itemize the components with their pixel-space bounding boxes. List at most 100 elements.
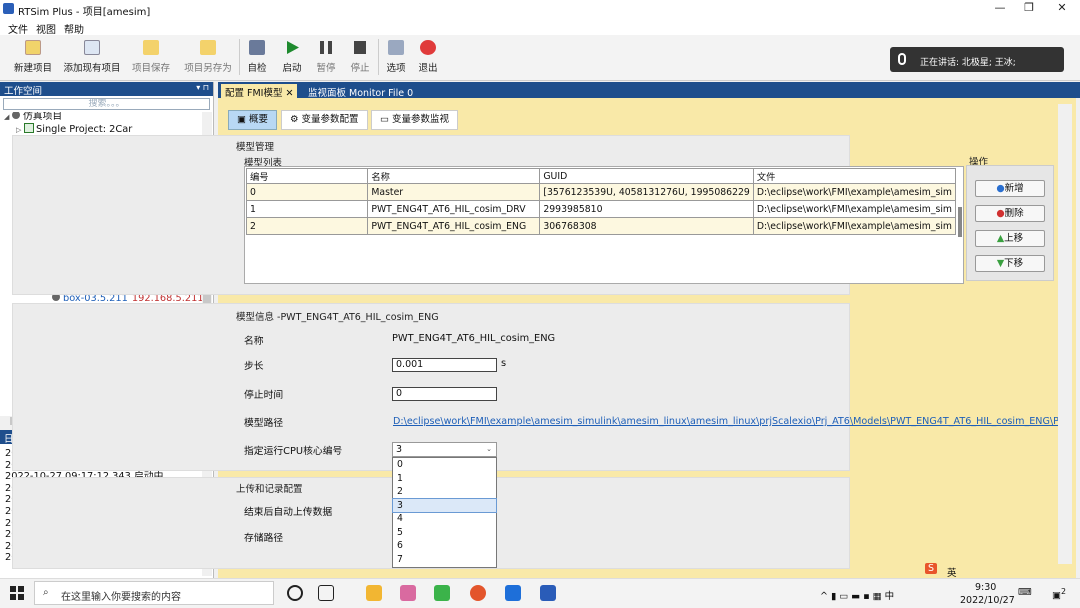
- move-down-button[interactable]: ▼下移: [975, 255, 1045, 272]
- table-row[interactable]: 2 PWT_ENG4T_AT6_HIL_cosim_ENG 306768308 …: [245, 217, 957, 235]
- model-management-title: 模型管理: [236, 142, 275, 153]
- taskbar-search-input[interactable]: ⌕ 在这里输入你要搜索的内容: [34, 581, 274, 605]
- add-model-label: 新增: [1004, 183, 1024, 194]
- start-button[interactable]: 启动: [280, 40, 304, 74]
- tray-icons[interactable]: ^ ▮ ▭ ▬ ▪ ▦ 中: [820, 588, 894, 602]
- minimize-button[interactable]: —: [985, 1, 1015, 14]
- tree-item-label: 仿真项目: [23, 112, 63, 122]
- file-explorer-icon[interactable]: [366, 585, 382, 601]
- stop-label: 停止: [350, 63, 370, 74]
- cpu-core-select[interactable]: 3 ⌄: [392, 442, 497, 457]
- column-header: 名称: [367, 168, 541, 184]
- tab-overview[interactable]: ▣ 概要: [228, 110, 278, 130]
- dropdown-option[interactable]: 6: [393, 539, 496, 553]
- table-cell: 2993985810: [539, 200, 754, 218]
- dropdown-option[interactable]: 7: [393, 553, 496, 567]
- tree-item-label: Single Project: 2Car: [36, 124, 133, 135]
- dropdown-option[interactable]: 5: [393, 526, 496, 540]
- dropdown-option[interactable]: 0: [393, 458, 496, 472]
- ime-language[interactable]: 英: [947, 565, 957, 579]
- options-button[interactable]: 选项: [384, 40, 408, 74]
- stop-button[interactable]: 停止: [348, 40, 372, 74]
- tab-variable-config[interactable]: ⚙ 变量参数配置: [281, 110, 368, 130]
- task-view-icon[interactable]: [318, 585, 334, 601]
- exit-button[interactable]: 退出: [416, 40, 440, 74]
- pin-icon[interactable]: ▾ ⊓: [196, 83, 209, 92]
- expand-arrow-icon[interactable]: ◢: [4, 112, 12, 124]
- dropdown-option[interactable]: 3: [392, 497, 497, 513]
- auto-upload-label: 结束后自动上传数据: [244, 507, 333, 518]
- toolbar-separator: [239, 39, 240, 75]
- tab-variable-monitor[interactable]: ▭ 变量参数监视: [371, 110, 459, 130]
- notification-count: 2: [1060, 587, 1067, 596]
- exit-label: 退出: [418, 63, 438, 74]
- menu-view[interactable]: 视图: [36, 21, 56, 36]
- microphone-icon: [898, 53, 906, 65]
- cpu-core-dropdown: 01234567: [392, 457, 497, 568]
- column-header: 编号: [245, 168, 369, 184]
- content-scrollbar[interactable]: [1058, 104, 1072, 564]
- pause-button[interactable]: 暂停: [314, 40, 338, 74]
- tab-fmi-config[interactable]: 配置 FMI模型 ✕: [221, 84, 298, 99]
- model-info-title: 模型信息 -PWT_ENG4T_AT6_HIL_cosim_ENG: [236, 312, 439, 323]
- new-project-button[interactable]: 新建项目: [12, 40, 54, 74]
- move-up-button[interactable]: ▲上移: [975, 230, 1045, 247]
- dropdown-option[interactable]: 1: [393, 472, 496, 486]
- self-check-button[interactable]: 自检: [245, 40, 269, 74]
- model-path-link[interactable]: D:\eclipse\work\FMI\example\amesim_simul…: [393, 416, 1058, 427]
- table-row[interactable]: 0 Master [3576123539U, 4058131276U, 1995…: [245, 183, 957, 201]
- move-up-label: 上移: [1004, 233, 1024, 244]
- table-cell: Master: [367, 183, 541, 201]
- close-button[interactable]: ✕: [1047, 1, 1077, 14]
- save-button[interactable]: 项目保存: [130, 40, 172, 74]
- save-icon: [143, 40, 159, 55]
- dropdown-option[interactable]: 2: [393, 485, 496, 499]
- tab-variable-config-label: 变量参数配置: [301, 114, 359, 125]
- notification-icon[interactable]: ▣2: [1052, 587, 1066, 601]
- name-value: PWT_ENG4T_AT6_HIL_cosim_ENG: [392, 333, 556, 344]
- step-input[interactable]: 0.001: [392, 358, 497, 372]
- pause-icon: [320, 41, 332, 54]
- exit-icon: [420, 40, 436, 55]
- taskbar-search-placeholder: 在这里输入你要搜索的内容: [61, 592, 181, 603]
- tab-variable-monitor-label: 变量参数监视: [392, 114, 450, 125]
- workspace-search-input[interactable]: 搜索。。。: [3, 98, 210, 110]
- add-project-icon: [84, 40, 100, 55]
- pause-label: 暂停: [316, 63, 336, 74]
- add-model-button[interactable]: ●新增: [975, 180, 1045, 197]
- table-cell: 0: [245, 183, 369, 201]
- play-icon: [287, 41, 299, 54]
- windows-start-icon[interactable]: [10, 586, 24, 600]
- table-cell: PWT_ENG4T_AT6_HIL_cosim_ENG: [367, 217, 541, 235]
- stop-time-label: 停止时间: [244, 390, 284, 401]
- gear-icon: ⚙: [290, 114, 302, 125]
- keyboard-icon[interactable]: ⌨: [1018, 587, 1032, 598]
- app-icon[interactable]: [505, 585, 521, 601]
- cortana-icon[interactable]: [287, 585, 303, 601]
- overview-icon: ▣: [237, 114, 249, 125]
- browser-icon[interactable]: [470, 585, 486, 601]
- stop-time-input[interactable]: 0: [392, 387, 497, 401]
- project-icon: [24, 123, 34, 133]
- delete-model-button[interactable]: ●删除: [975, 205, 1045, 222]
- dropdown-option[interactable]: 4: [393, 512, 496, 526]
- menu-help[interactable]: 帮助: [64, 21, 84, 36]
- delete-model-label: 删除: [1004, 208, 1024, 219]
- save-as-button[interactable]: 项目另存为: [182, 40, 234, 74]
- storage-path-label: 存储路径: [244, 533, 284, 544]
- tab-monitor[interactable]: 监视面板 Monitor File 0: [304, 84, 417, 99]
- workspace-title: 工作空间: [4, 86, 43, 97]
- tree-item[interactable]: ◢ 仿真项目: [4, 112, 62, 123]
- table-row[interactable]: 1 PWT_ENG4T_AT6_HIL_cosim_DRV 2993985810…: [245, 200, 957, 218]
- wechat-icon[interactable]: [434, 585, 450, 601]
- table-header: 编号 名称 GUID 文件: [245, 168, 957, 184]
- add-project-button[interactable]: 添加现有项目: [63, 40, 121, 74]
- rtsim-taskbar-icon[interactable]: [540, 585, 556, 601]
- table-scrollbar[interactable]: [958, 207, 962, 237]
- menu-file[interactable]: 文件: [8, 21, 28, 36]
- ime-icon[interactable]: S: [925, 563, 938, 574]
- maximize-button[interactable]: ❐: [1014, 1, 1044, 14]
- new-project-label: 新建项目: [13, 63, 52, 74]
- app-icon[interactable]: [400, 585, 416, 601]
- chevron-down-icon: ⌄: [486, 445, 492, 453]
